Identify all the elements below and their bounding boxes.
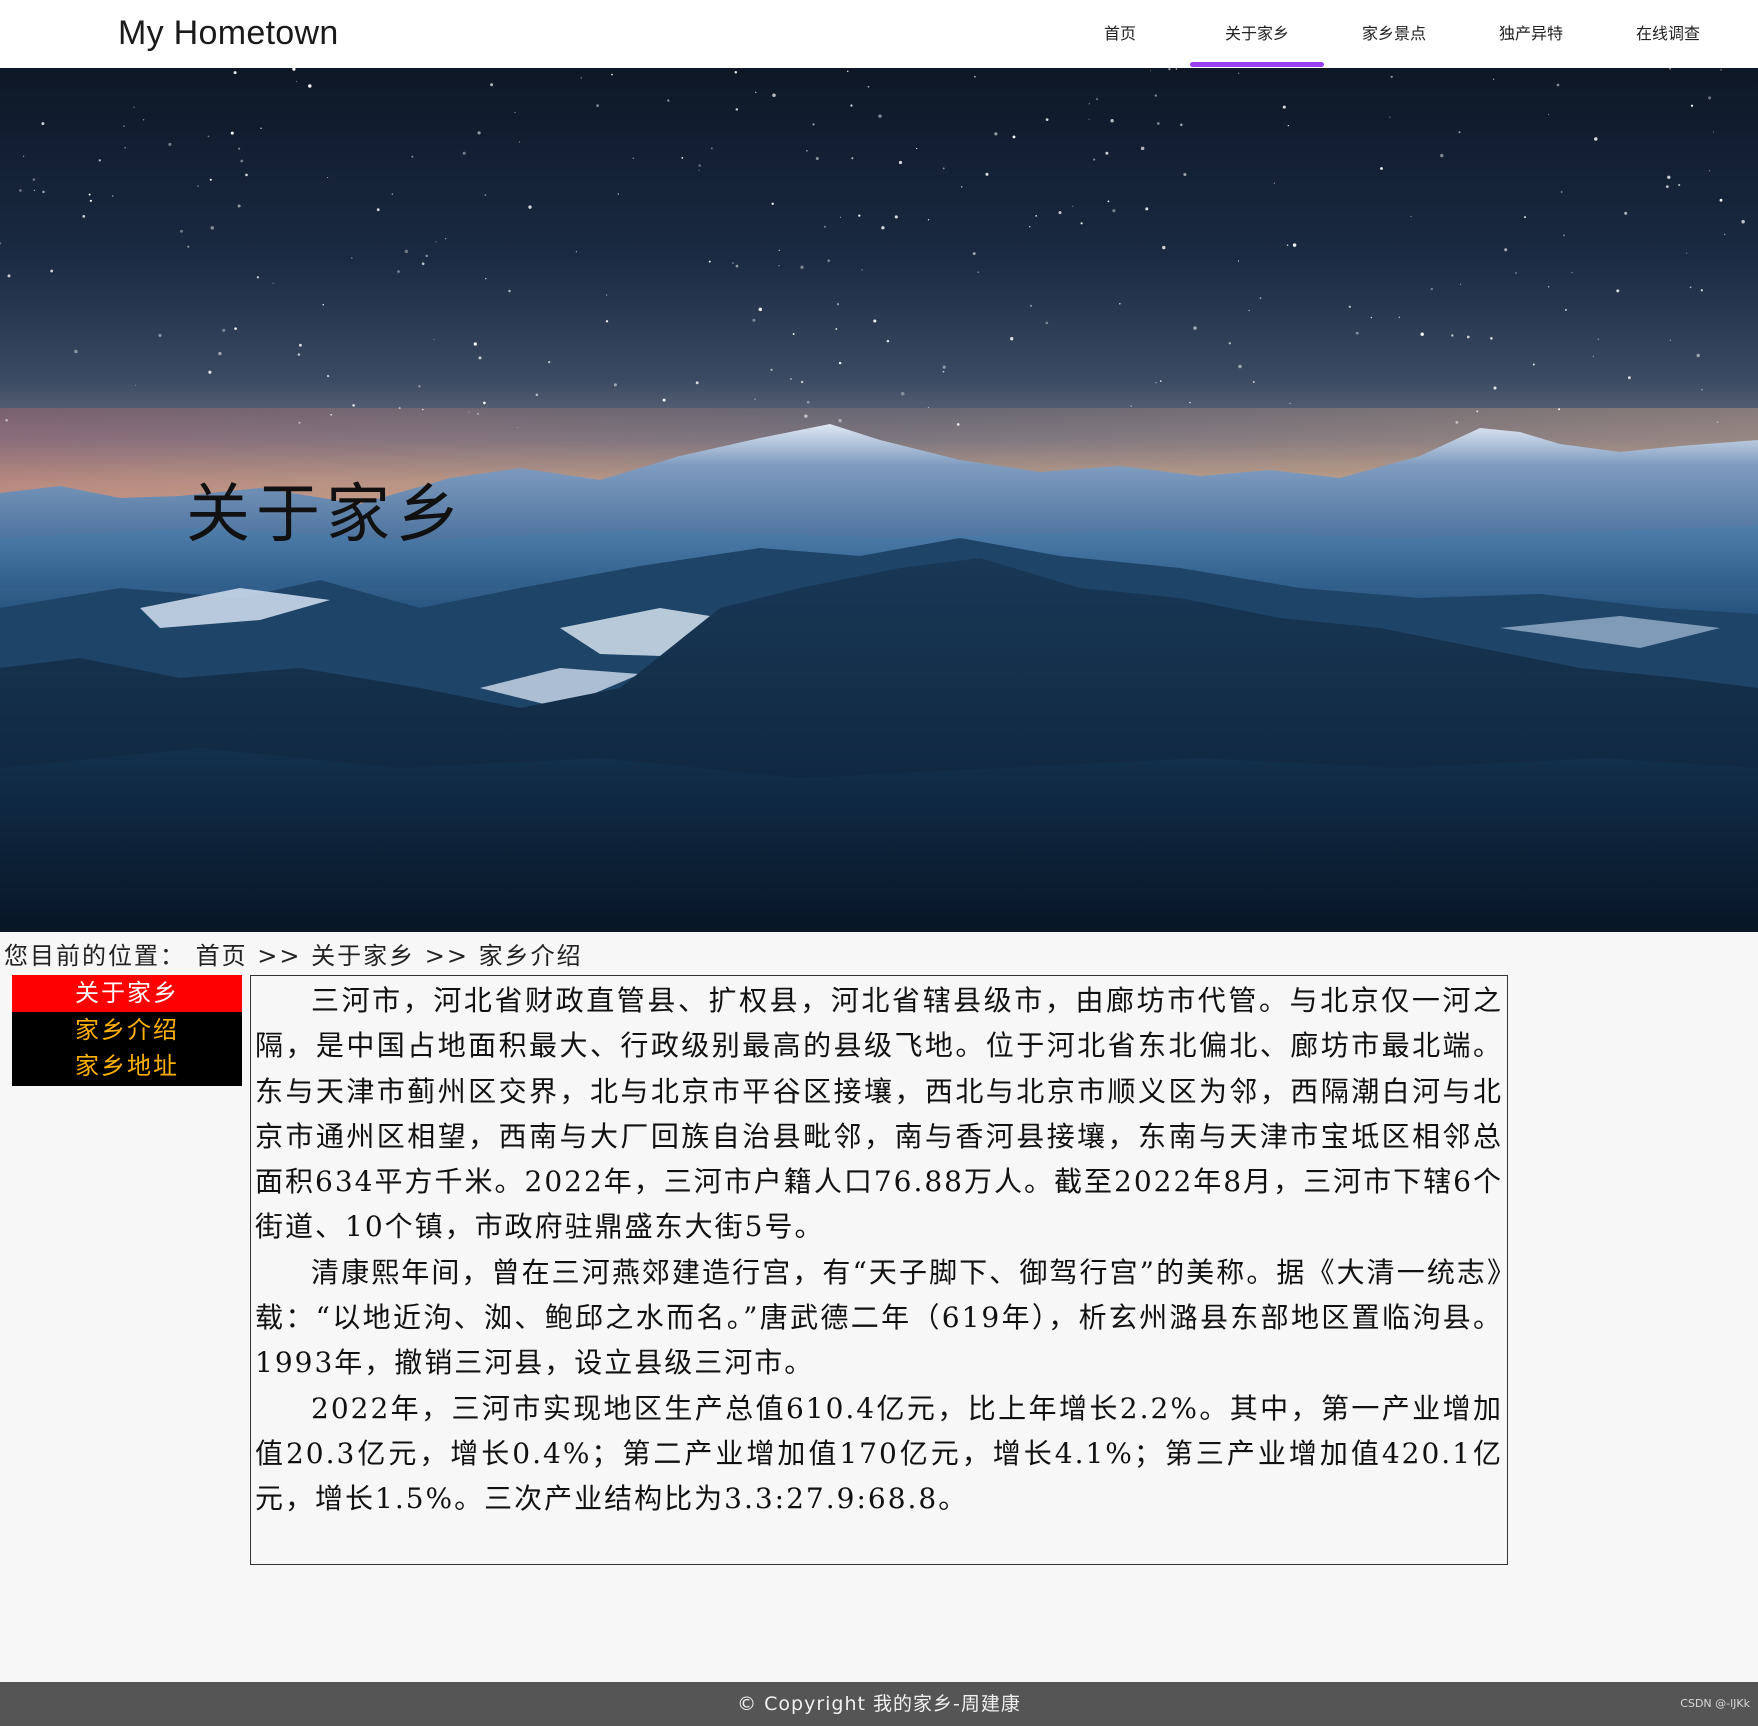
nav-item-survey[interactable]: 在线调查 (1601, 0, 1735, 68)
breadcrumb-prefix: 您目前的位置： (4, 942, 186, 970)
content-paragraph: 清康熙年间，曾在三河燕郊建造行宫，有“天子脚下、御驾行宫”的美称。据《大清一统志… (255, 1255, 1503, 1380)
breadcrumb: 您目前的位置： 首页 >> 关于家乡 >> 家乡介绍 (4, 936, 583, 971)
watermark: CSDN @-lJKk (1680, 1697, 1750, 1710)
nav-item-specialties[interactable]: 独产异特 (1464, 0, 1598, 68)
nav-item-attractions[interactable]: 家乡景点 (1327, 0, 1461, 68)
content-paragraph: 2022年，三河市实现地区生产总值610.4亿元，比上年增长2.2%。其中，第一… (255, 1391, 1503, 1516)
hero-title: 关于家乡 (186, 478, 466, 552)
footer-copyright: © Copyright 我的家乡-周建康 (737, 1693, 1021, 1715)
breadcrumb-separator: >> (257, 942, 302, 970)
side-menu-item-intro[interactable]: 家乡介绍 (12, 1012, 242, 1048)
breadcrumb-separator: >> (424, 942, 469, 970)
side-menu-item-address[interactable]: 家乡地址 (12, 1048, 242, 1084)
breadcrumb-current: 家乡介绍 (478, 942, 583, 970)
content-paragraph: 三河市，河北省财政直管县、扩权县，河北省辖县级市，由廊坊市代管。与北京仅一河之隔… (255, 984, 1503, 1244)
top-navbar: My Hometown 首页 关于家乡 家乡景点 独产异特 在线调查 (0, 0, 1758, 68)
side-menu-header: 关于家乡 (12, 975, 242, 1012)
nav-item-home[interactable]: 首页 (1053, 0, 1187, 68)
side-menu: 关于家乡 家乡介绍 家乡地址 (12, 975, 242, 1086)
content-box: 三河市，河北省财政直管县、扩权县，河北省辖县级市，由廊坊市代管。与北京仅一河之隔… (250, 975, 1508, 1565)
nav-item-about[interactable]: 关于家乡 (1190, 0, 1324, 68)
hero-banner: 关于家乡 (0, 68, 1758, 932)
breadcrumb-home[interactable]: 首页 (196, 942, 248, 970)
breadcrumb-about[interactable]: 关于家乡 (311, 942, 415, 970)
footer: © Copyright 我的家乡-周建康 CSDN @-lJKk (0, 1682, 1758, 1726)
brand-logo[interactable]: My Hometown (118, 14, 339, 53)
